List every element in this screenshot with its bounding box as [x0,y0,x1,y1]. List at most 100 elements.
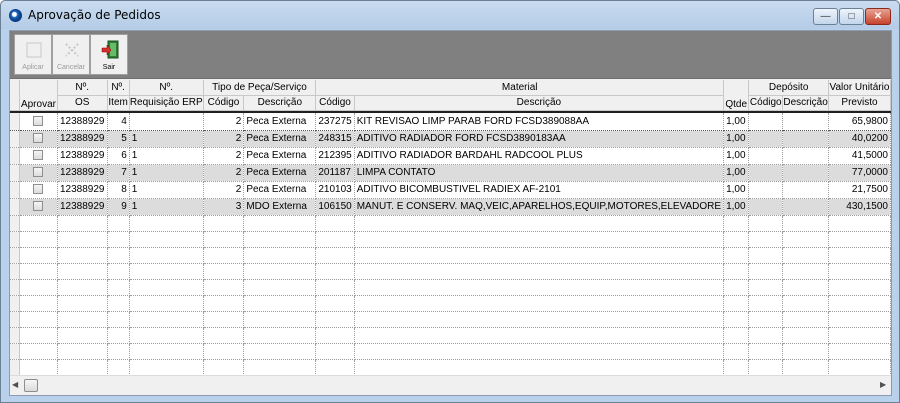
approve-checkbox[interactable] [33,167,44,178]
cell-valor[interactable]: 41,5000 [828,147,891,165]
cell-mat-desc[interactable]: ADITIVO BICOMBUSTIVEL RADIEX AF-2101 [354,181,725,199]
row-selector[interactable] [10,147,20,165]
cell-tipo-desc[interactable]: Peca Externa [243,113,317,131]
cell-dep-desc[interactable] [782,147,829,165]
cell-req[interactable]: 1 [129,164,204,182]
column-header-material-descricao[interactable]: Descrição [354,95,725,111]
column-header-material-codigo[interactable]: Código [315,95,355,111]
scroll-thumb[interactable] [24,379,38,392]
column-header-item[interactable]: Item [107,95,130,111]
row-selector[interactable] [10,130,20,148]
cell-os[interactable]: 12388929 [57,147,108,165]
horizontal-scrollbar[interactable]: ◀ ▶ [10,375,891,395]
cell-tipo-cod[interactable]: 3 [203,198,245,216]
approve-checkbox[interactable] [33,133,44,144]
cell-dep-cod[interactable] [748,130,784,148]
scroll-right-icon[interactable]: ▶ [880,380,886,389]
column-header-aprovar[interactable]: Aprovar [19,80,59,111]
cell-os[interactable]: 12388929 [57,113,108,131]
cell-mat-cod[interactable]: 237275 [315,113,355,131]
column-header-tipo-codigo[interactable]: Código [203,95,245,111]
cell-mat-cod[interactable]: 210103 [315,181,355,199]
close-button[interactable]: ✕ [865,8,891,25]
cell-os[interactable]: 12388929 [57,198,108,216]
approve-checkbox[interactable] [33,184,44,195]
table-row[interactable]: 12388929 5 1 2 Peca Externa 248315 ADITIVO RAD… [10,130,891,148]
column-header-req-top[interactable]: Nº. [129,80,204,96]
cell-mat-cod[interactable]: 106150 [315,198,355,216]
cell-dep-desc[interactable] [782,164,829,182]
column-header-tipo-descricao[interactable]: Descrição [243,95,317,111]
cell-dep-cod[interactable] [748,164,784,182]
cell-valor[interactable]: 21,7500 [828,181,891,199]
table-row[interactable]: 12388929 8 1 2 Peca Externa 210103 ADITIVO BIC… [10,181,891,199]
cell-tipo-cod[interactable]: 2 [203,113,245,131]
cell-mat-desc[interactable]: ADITIVO RADIADOR FORD FCSD3890183AA [354,130,725,148]
cell-mat-desc[interactable]: KIT REVISAO LIMP PARAB FORD FCSD389088AA [354,113,725,131]
cancel-button[interactable]: Cancelar [52,34,90,75]
cell-mat-desc[interactable]: MANUT. E CONSERV. MAQ,VEIC,APARELHOS,EQU… [354,198,725,216]
cell-tipo-cod[interactable]: 2 [203,130,245,148]
cell-mat-cod[interactable]: 248315 [315,130,355,148]
cell-qtde[interactable]: 1,00 [723,181,750,199]
cell-tipo-cod[interactable]: 2 [203,147,245,165]
scroll-left-icon[interactable]: ◀ [12,380,18,389]
cell-qtde[interactable]: 1,00 [723,113,750,131]
row-selector[interactable] [10,164,20,182]
cell-req[interactable]: 1 [129,130,204,148]
cell-valor[interactable]: 430,1500 [828,198,891,216]
cell-item[interactable]: 9 [107,198,130,216]
cell-item[interactable]: 5 [107,130,130,148]
column-header-deposito-descricao[interactable]: Descrição [782,95,829,111]
cell-dep-cod[interactable] [748,113,784,131]
cell-dep-desc[interactable] [782,113,829,131]
approve-checkbox[interactable] [33,150,44,161]
cell-item[interactable]: 6 [107,147,130,165]
cell-mat-desc[interactable]: ADITIVO RADIADOR BARDAHL RADCOOL PLUS [354,147,725,165]
exit-button[interactable]: Sair [90,34,128,75]
cell-mat-cod[interactable]: 212395 [315,147,355,165]
maximize-button[interactable]: □ [839,8,864,25]
approve-checkbox[interactable] [33,116,44,127]
orders-grid[interactable]: Aprovar Nº. Nº. Nº. Tipo de Peça/Serviço… [10,80,891,375]
cell-dep-cod[interactable] [748,198,784,216]
cell-dep-cod[interactable] [748,181,784,199]
cell-req[interactable]: 1 [129,147,204,165]
table-row[interactable]: 12388929 7 1 2 Peca Externa 201187 LIMPA CONTA… [10,164,891,182]
column-header-item-top[interactable]: Nº. [107,80,130,96]
cell-valor[interactable]: 40,0200 [828,130,891,148]
minimize-button[interactable]: — [813,8,838,25]
cell-mat-desc[interactable]: LIMPA CONTATO [354,164,725,182]
cell-tipo-desc[interactable]: Peca Externa [243,164,317,182]
row-selector[interactable] [10,198,20,216]
column-header-os[interactable]: OS [57,95,108,111]
cell-dep-cod[interactable] [748,147,784,165]
cell-tipo-desc[interactable]: Peca Externa [243,147,317,165]
table-row[interactable]: 12388929 9 1 3 MDO Externa 106150 MANUT. E CON… [10,198,891,216]
cell-item[interactable]: 4 [107,113,130,131]
cell-req[interactable]: 1 [129,181,204,199]
cell-dep-desc[interactable] [782,130,829,148]
table-row[interactable]: 12388929 4 2 Peca Externa 237275 KIT REVISAO … [10,113,891,131]
column-header-deposito-codigo[interactable]: Código [748,95,784,111]
column-header-os-top[interactable]: Nº. [57,80,108,96]
cell-dep-desc[interactable] [782,181,829,199]
cell-req[interactable] [129,113,204,131]
row-selector[interactable] [10,181,20,199]
approve-checkbox[interactable] [33,201,44,212]
cell-valor[interactable]: 77,0000 [828,164,891,182]
cell-qtde[interactable]: 1,00 [723,164,750,182]
cell-os[interactable]: 12388929 [57,164,108,182]
cell-qtde[interactable]: 1,00 [723,147,750,165]
cell-qtde[interactable]: 1,00 [723,198,750,216]
cell-tipo-desc[interactable]: MDO Externa [243,198,317,216]
cell-item[interactable]: 8 [107,181,130,199]
cell-tipo-cod[interactable]: 2 [203,164,245,182]
cell-os[interactable]: 12388929 [57,130,108,148]
column-header-valor[interactable]: Previsto [828,95,891,111]
cell-item[interactable]: 7 [107,164,130,182]
cell-dep-desc[interactable] [782,198,829,216]
column-header-valor-top[interactable]: Valor Unitário [828,80,891,96]
row-selector[interactable] [10,113,20,131]
column-header-requisicao[interactable]: Requisição ERP [129,95,204,111]
